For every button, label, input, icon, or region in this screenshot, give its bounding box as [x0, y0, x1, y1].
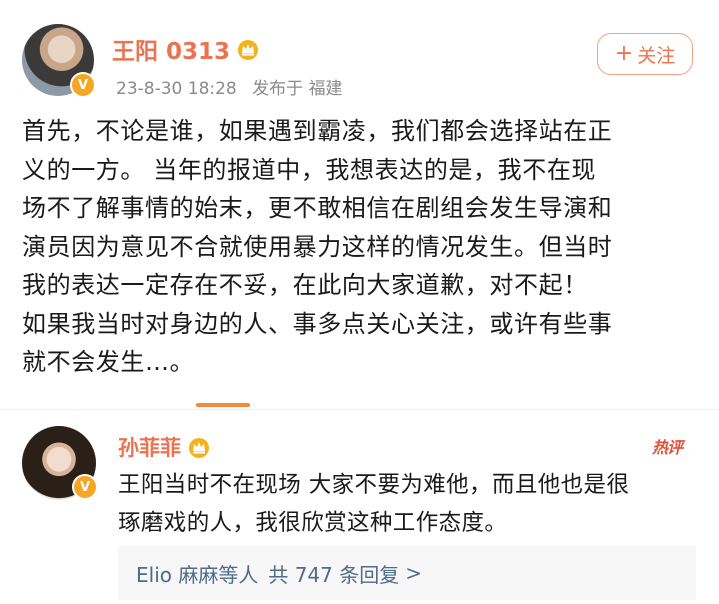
- author-name-row[interactable]: 王阳 0313: [112, 32, 260, 66]
- commenter-name-row[interactable]: 孙菲菲: [118, 432, 211, 462]
- author-name[interactable]: 王阳 0313: [112, 32, 230, 66]
- weibo-post: V 王阳 0313 23-8-30 18:28 发布于 福建 + 关注 首先，不…: [0, 0, 719, 400]
- chevron-right-icon: >: [405, 561, 422, 585]
- post-location: 发布于 福建: [252, 79, 343, 99]
- content-line: 我的表达一定存在不妥，在此向大家道歉，对不起！: [22, 271, 588, 299]
- post-time: 23-8-30 18:28: [116, 79, 237, 99]
- hot-comment: V 孙菲菲 热评 王阳当时不在现场 大家不要为难他，而且他也是很 琢磨戏的人，我…: [0, 410, 719, 604]
- reply-authors: Elio 麻麻等人: [136, 562, 259, 587]
- reply-count: 共 747 条回复: [268, 562, 400, 587]
- comment-line: 王阳当时不在现场 大家不要为难他，而且他也是很: [118, 472, 630, 498]
- author-avatar[interactable]: V: [22, 24, 96, 98]
- follow-button[interactable]: + 关注: [597, 33, 693, 75]
- content-line: 就不会发生…。: [22, 348, 195, 376]
- content-line: 如果我当时对身边的人、事多点关心关注，或许有些事: [22, 309, 613, 338]
- tab-indicator: [196, 403, 250, 407]
- crown-icon: [236, 38, 260, 60]
- content-line: 场不了解事情的始末，更不敢相信在剧组会发生导演和: [22, 194, 613, 222]
- view-replies-link[interactable]: Elio 麻麻等人 共 747 条回复 >: [118, 546, 696, 600]
- post-content: 首先，不论是谁，如果遇到霸凌，我们都会选择站在正 义的一方。 当年的报道中，我想…: [22, 112, 692, 382]
- commenter-name[interactable]: 孙菲菲: [118, 432, 181, 462]
- post-meta: 23-8-30 18:28 发布于 福建: [116, 74, 353, 99]
- commenter-avatar[interactable]: V: [22, 426, 98, 500]
- follow-label: 关注: [637, 44, 676, 67]
- plus-icon: +: [614, 41, 634, 66]
- comment-text: 王阳当时不在现场 大家不要为难他，而且他也是很 琢磨戏的人，我很欣赏这种工作态度…: [118, 466, 698, 542]
- verified-badge: V: [70, 72, 96, 98]
- content-line: 首先，不论是谁，如果遇到霸凌，我们都会选择站在正: [22, 117, 613, 145]
- comment-line: 琢磨戏的人，我很欣赏这种工作态度。: [118, 510, 508, 536]
- hot-comment-badge: 热评: [652, 438, 683, 457]
- content-line: 义的一方。 当年的报道中，我想表达的是，我不在现: [22, 155, 597, 184]
- content-line: 演员因为意见不合就使用暴力这样的情况发生。但当时: [22, 232, 613, 261]
- crown-icon: [187, 436, 211, 458]
- verified-badge: V: [72, 474, 98, 500]
